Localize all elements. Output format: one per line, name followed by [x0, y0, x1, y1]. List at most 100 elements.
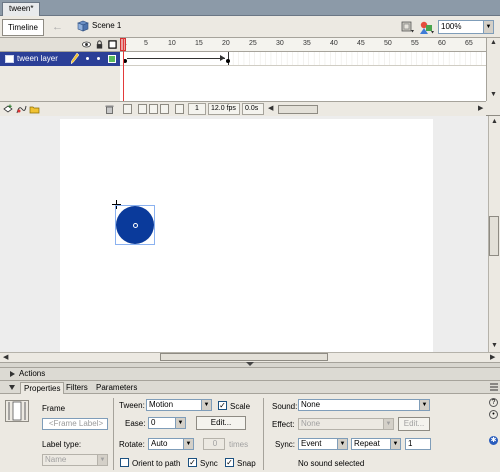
layer-icon	[5, 55, 14, 63]
effect-edit-button[interactable]: Edit...	[398, 417, 430, 431]
center-frame-button[interactable]	[123, 104, 132, 114]
modify-onion-markers-button[interactable]	[175, 104, 184, 114]
edit-multiple-frames-button[interactable]	[160, 104, 169, 114]
edit-accessibility-icon[interactable]: •	[489, 410, 498, 419]
edit-scene-icon[interactable]	[419, 19, 435, 35]
scene-label: Scene 1	[92, 21, 122, 30]
effect-label: Effect:	[272, 420, 295, 429]
accessibility-icon[interactable]: ✱	[489, 436, 498, 445]
frame-label-input[interactable]: <Frame Label>	[42, 418, 108, 430]
ruler-label: 5	[144, 40, 148, 47]
layer-row-tween-layer[interactable]: tween layer	[0, 52, 120, 66]
document-tab[interactable]: tween*	[2, 2, 41, 16]
sound-label: Sound:	[272, 402, 298, 411]
scroll-left-icon[interactable]: ◀	[268, 105, 273, 113]
transformation-point[interactable]	[133, 223, 138, 228]
tween-value: Motion	[149, 400, 174, 409]
scroll-right-icon[interactable]: ▶	[490, 354, 495, 362]
frame-ruler[interactable]: 1 5 10 15 20 25 30 35 40 45 50 55 60 65	[120, 38, 486, 52]
ruler-label: 55	[411, 40, 419, 47]
ruler-label: 25	[249, 40, 257, 47]
expand-triangle-icon[interactable]	[10, 371, 15, 377]
stage-vscroll-thumb[interactable]	[489, 216, 499, 256]
onion-outlines-button[interactable]	[149, 104, 158, 114]
orient-to-path-checkbox[interactable]	[120, 458, 129, 467]
rotate-times-input[interactable]: 0	[203, 438, 225, 450]
frame-rate[interactable]: 12.0 fps	[208, 103, 240, 115]
help-icon[interactable]: ?	[489, 398, 498, 407]
rotate-label: Rotate:	[119, 440, 145, 449]
sound-select[interactable]: None ▼	[298, 399, 430, 411]
back-arrow-icon[interactable]: ←	[52, 20, 66, 34]
repeat-count-input[interactable]: 1	[405, 438, 431, 450]
stage-canvas[interactable]	[60, 119, 433, 352]
scroll-up-icon[interactable]: ▲	[490, 39, 497, 47]
ease-input[interactable]: 0 ▼	[148, 417, 186, 429]
lock-dot[interactable]	[97, 57, 100, 60]
panel-menu-icon[interactable]	[490, 383, 498, 391]
chevron-down-icon: ▼	[419, 400, 429, 410]
chevron-down-icon[interactable]: ▼	[483, 21, 493, 33]
label-type-value: Name	[45, 455, 67, 464]
timeline-vscroll[interactable]: ▲ ▼	[486, 38, 500, 101]
tween-select[interactable]: Motion ▼	[146, 399, 212, 411]
zoom-select[interactable]: 100% ▼	[438, 20, 494, 34]
label-type-label: Label type:	[42, 440, 82, 449]
ease-edit-button[interactable]: Edit...	[196, 416, 246, 430]
effect-value: None	[301, 419, 321, 428]
properties-panel: Frame <Frame Label> Label type: Name ▼ T…	[0, 394, 500, 472]
timeline-toggle-button[interactable]: Timeline	[2, 19, 44, 36]
scroll-down-icon[interactable]: ▼	[490, 91, 497, 99]
scroll-down-icon[interactable]: ▼	[491, 342, 498, 350]
frame-row[interactable]	[120, 52, 486, 66]
ruler-label: 15	[195, 40, 203, 47]
zoom-value: 100%	[441, 22, 462, 31]
collapse-arrow-icon[interactable]	[246, 362, 254, 366]
collapse-triangle-icon[interactable]	[9, 385, 15, 390]
document-tab-bar: tween*	[0, 0, 500, 16]
sync-checkbox[interactable]: ✓	[188, 458, 197, 467]
ease-value: 0	[151, 418, 156, 427]
ruler-label: 10	[168, 40, 176, 47]
layer-footer	[0, 101, 120, 116]
repeat-select[interactable]: Repeat ▼	[351, 438, 401, 450]
scroll-left-icon[interactable]: ◀	[3, 354, 8, 362]
keyframe-end[interactable]	[226, 59, 230, 63]
actions-panel-bar[interactable]	[0, 368, 500, 381]
sync-label: Sync	[200, 459, 218, 468]
snap-checkbox[interactable]: ✓	[225, 458, 234, 467]
edit-symbols-icon[interactable]	[401, 20, 415, 34]
effect-select[interactable]: None ▼	[298, 418, 394, 430]
scroll-right-icon[interactable]: ▶	[478, 105, 483, 113]
scale-checkbox[interactable]: ✓	[218, 401, 227, 410]
outline-icon[interactable]	[108, 40, 117, 49]
stage-hscroll-thumb[interactable]	[160, 353, 328, 361]
trash-icon[interactable]	[104, 104, 115, 114]
eye-icon[interactable]	[82, 40, 91, 49]
tab-properties[interactable]: Properties	[20, 382, 65, 394]
label-type-select[interactable]: Name ▼	[42, 454, 108, 466]
insert-layer-icon[interactable]	[3, 104, 14, 114]
chevron-down-icon: ▼	[337, 439, 347, 449]
tab-parameters[interactable]: Parameters	[96, 382, 137, 394]
frame-area-empty	[120, 66, 486, 101]
tween-arrowhead	[220, 55, 225, 61]
ruler-label: 40	[330, 40, 338, 47]
scene-icon	[77, 20, 89, 32]
lock-icon[interactable]	[95, 40, 104, 49]
timeline-status-bar: 1 12.0 fps 0.0s ◀ ▶	[120, 101, 486, 116]
visibility-dot[interactable]	[86, 57, 89, 60]
outline-color-swatch[interactable]	[108, 55, 116, 63]
insert-folder-icon[interactable]	[29, 104, 40, 114]
tab-filters[interactable]: Filters	[66, 382, 88, 394]
timeline-hscroll-thumb[interactable]	[278, 105, 318, 114]
rotate-select[interactable]: Auto ▼	[148, 438, 194, 450]
actions-panel-title[interactable]: Actions	[19, 369, 45, 378]
add-motion-guide-icon[interactable]	[16, 104, 27, 114]
chevron-down-icon: ▼	[201, 400, 211, 410]
scroll-up-icon[interactable]: ▲	[491, 118, 498, 126]
sync-select[interactable]: Event ▼	[298, 438, 348, 450]
onion-skin-button[interactable]	[138, 104, 147, 114]
ruler-label: 30	[276, 40, 284, 47]
frame-icon	[5, 400, 29, 422]
